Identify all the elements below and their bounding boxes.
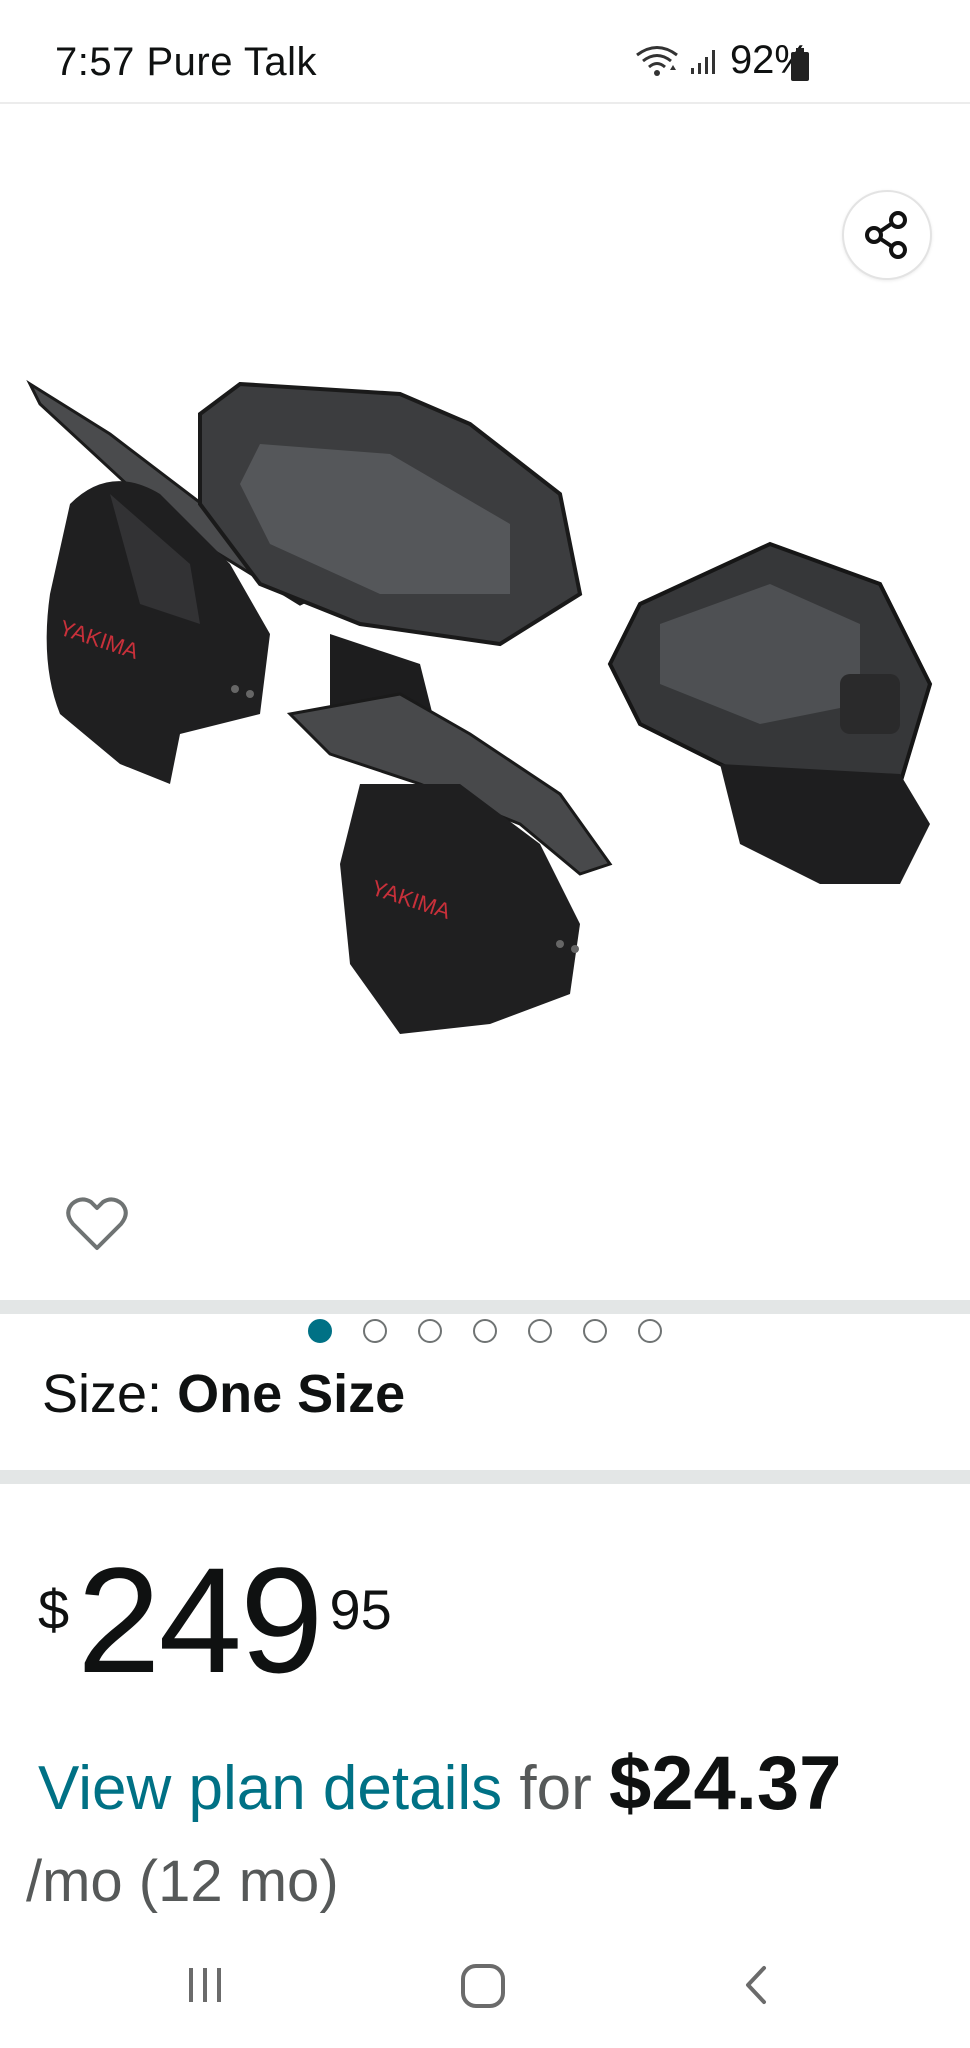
kayak-cradle-right [607,541,933,884]
section-divider [0,1300,970,1314]
product-image[interactable]: YAKIMA YAKIMA [0,264,970,1084]
carousel-dot-3[interactable] [418,1319,442,1343]
price-symbol: $ [38,1578,70,1641]
plan-connector: for [519,1754,592,1823]
heart-icon [66,1197,128,1250]
view-plan-details-link[interactable]: View plan details [38,1754,502,1823]
plan-term: /mo (12 mo) [26,1849,339,1914]
plan-amount: $24.37 [608,1741,842,1826]
status-bar: 7:57 Pure Talk 92% [0,0,970,104]
wishlist-button[interactable] [62,1189,132,1259]
recent-apps-button[interactable] [180,1960,230,2010]
back-button[interactable] [736,1960,776,2010]
signal-icon [690,46,720,76]
price: $ 249 95 [38,1545,392,1695]
carousel-indicators [0,1319,970,1349]
home-icon [461,1964,505,2008]
home-button[interactable] [458,1960,510,2012]
system-nav-bar [0,1930,970,2048]
carousel-dot-5[interactable] [528,1319,552,1343]
installment-plan: View plan details for $24.37 [38,1740,841,1827]
price-whole: 249 [77,1536,323,1704]
size-value: One Size [177,1364,406,1424]
share-icon [865,211,907,259]
wifi-icon [634,44,680,78]
recent-apps-icon [189,1968,221,2002]
back-icon [746,1966,766,2004]
section-divider [0,1470,970,1484]
price-fraction: 95 [329,1578,392,1641]
carousel-dot-1[interactable] [308,1319,332,1343]
carousel-dot-2[interactable] [363,1319,387,1343]
carousel-dot-7[interactable] [638,1319,662,1343]
carousel-dot-6[interactable] [583,1319,607,1343]
product-image-area[interactable]: YAKIMA YAKIMA [0,104,970,1343]
status-time-carrier: 7:57 Pure Talk [55,40,317,84]
status-indicators: 92% [634,38,810,83]
carousel-dot-4[interactable] [473,1319,497,1343]
size-label: Size: [42,1364,163,1424]
size-selector[interactable]: Size: One Size [42,1363,405,1425]
kayak-cradle-front: YAKIMA [286,692,613,1034]
battery-icon [791,48,809,81]
